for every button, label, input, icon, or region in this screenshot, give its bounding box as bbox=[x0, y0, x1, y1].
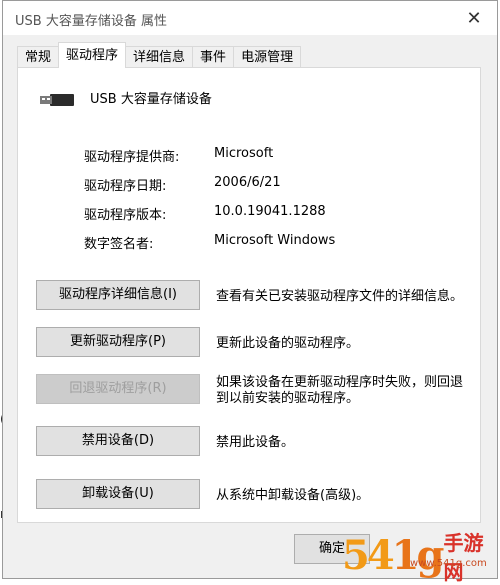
signer-label: 数字签名者: bbox=[84, 237, 154, 252]
driver-details-description: 查看有关已安装驱动程序文件的详细信息。 bbox=[216, 289, 464, 304]
properties-dialog: USB 大容量存储设备 属性 ✕ 常规 驱动程序 详细信息 事件 电源管理 US… bbox=[2, 0, 498, 579]
driver-tab-panel: USB 大容量存储设备 驱动程序提供商: Microsoft 驱动程序日期: 2… bbox=[17, 67, 481, 523]
update-driver-button[interactable]: 更新驱动程序(P) bbox=[36, 327, 200, 357]
usb-connector-icon bbox=[40, 94, 74, 106]
uninstall-device-description: 从系统中卸载设备(高级)。 bbox=[216, 488, 370, 503]
driver-version-label: 驱动程序版本: bbox=[84, 208, 167, 223]
title-bar: USB 大容量存储设备 属性 ✕ bbox=[3, 1, 497, 35]
disable-device-button[interactable]: 禁用设备(D) bbox=[36, 426, 200, 456]
uninstall-device-button[interactable]: 卸载设备(U) bbox=[36, 479, 200, 509]
driver-version-value: 10.0.19041.1288 bbox=[214, 204, 326, 219]
driver-details-button[interactable]: 驱动程序详细信息(I) bbox=[36, 280, 200, 310]
tab-general[interactable]: 常规 bbox=[17, 46, 60, 68]
signer-value: Microsoft Windows bbox=[214, 233, 336, 248]
roll-back-driver-button[interactable]: 回退驱动程序(R) bbox=[36, 374, 200, 404]
disable-device-description: 禁用此设备。 bbox=[216, 435, 295, 450]
watermark-main: 54 bbox=[342, 532, 395, 579]
device-name: USB 大容量存储设备 bbox=[90, 92, 212, 107]
watermark-logo: 54 1g 手游网 bbox=[342, 531, 498, 584]
watermark-mid: 1g bbox=[391, 532, 445, 579]
driver-date-value: 2006/6/21 bbox=[214, 175, 281, 190]
close-icon[interactable]: ✕ bbox=[451, 1, 497, 35]
provider-value: Microsoft bbox=[214, 146, 274, 161]
window-title: USB 大容量存储设备 属性 bbox=[15, 14, 167, 29]
provider-label: 驱动程序提供商: bbox=[84, 150, 180, 165]
watermark-side: 手游网 bbox=[443, 531, 484, 584]
tab-strip: 常规 驱动程序 详细信息 事件 电源管理 bbox=[17, 42, 302, 68]
update-driver-description: 更新此设备的驱动程序。 bbox=[216, 336, 360, 351]
tab-details[interactable]: 详细信息 bbox=[125, 46, 194, 68]
watermark-url: www.541g.com bbox=[410, 558, 487, 569]
tab-driver[interactable]: 驱动程序 bbox=[58, 42, 127, 68]
tab-events[interactable]: 事件 bbox=[192, 46, 235, 68]
roll-back-driver-description: 如果该设备在更新驱动程序时失败，则回退到以前安装的驱动程序。 bbox=[216, 375, 464, 406]
driver-date-label: 驱动程序日期: bbox=[84, 179, 167, 194]
tab-power-management[interactable]: 电源管理 bbox=[233, 46, 302, 68]
